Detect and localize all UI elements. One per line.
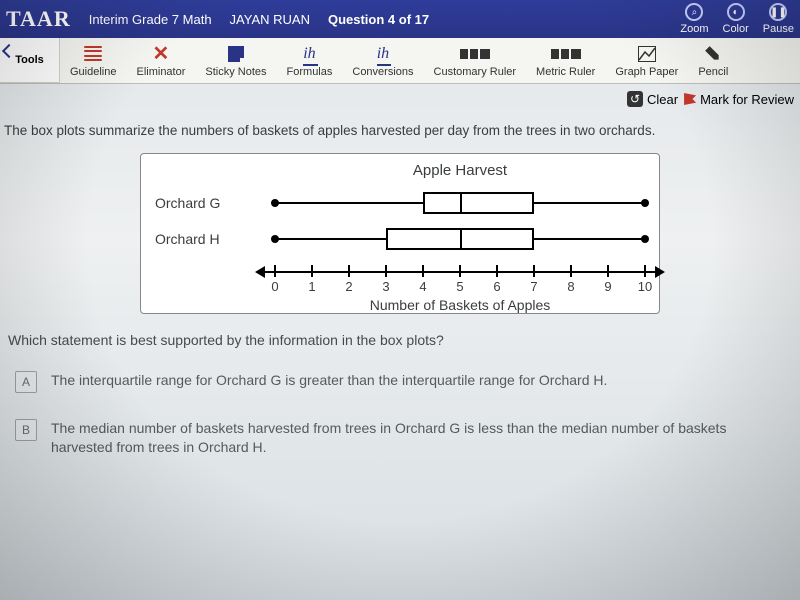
tool-pencil[interactable]: Pencil (688, 38, 738, 83)
undo-icon: ↺ (627, 91, 643, 107)
student-name: JAYAN RUAN (230, 12, 310, 27)
tool-guideline[interactable]: Guideline (60, 38, 126, 83)
tool-conversions[interactable]: ih Conversions (342, 38, 423, 83)
tick-label: 4 (419, 279, 426, 294)
mark-for-review-button[interactable]: Mark for Review (684, 92, 794, 107)
eliminator-icon: ✕ (153, 44, 170, 64)
sticky-notes-icon (228, 44, 244, 64)
tick-label: 8 (567, 279, 574, 294)
assessment-title: Interim Grade 7 Math (89, 12, 212, 27)
arrow-left-icon (255, 266, 265, 278)
tick-label: 2 (345, 279, 352, 294)
color-label: Color (723, 23, 749, 35)
clear-button[interactable]: ↺ Clear (627, 91, 678, 107)
tool-formulas[interactable]: ih Formulas (277, 38, 343, 83)
zoom-label: Zoom (680, 23, 708, 35)
answer-letter: B (15, 419, 37, 441)
graph-paper-icon (638, 44, 656, 64)
arrow-right-icon (655, 266, 665, 278)
tick-label: 7 (530, 279, 537, 294)
tool-metric-ruler[interactable]: Metric Ruler (526, 38, 605, 83)
box-plot-chart: Apple Harvest Orchard G Orchard H 0 1 2 3 4 5 6… (140, 153, 660, 314)
tool-graph-paper[interactable]: Graph Paper (605, 38, 688, 83)
answer-list: A The interquartile range for Orchard G i… (4, 366, 796, 463)
guideline-icon (84, 44, 102, 64)
chart-title: Apple Harvest (155, 162, 645, 179)
customary-ruler-icon (460, 44, 490, 64)
answer-choice[interactable]: B The median number of baskets harvested … (8, 414, 792, 463)
question-content: The box plots summarize the numbers of b… (0, 114, 800, 467)
x-axis: 012345678910 Number of Baskets of Apples (275, 257, 645, 307)
zoom-button[interactable]: ⌕ Zoom (680, 3, 708, 35)
tool-sticky-notes[interactable]: Sticky Notes (195, 38, 276, 83)
answer-text: The median number of baskets harvested f… (51, 419, 785, 458)
tools-label[interactable]: Tools (0, 38, 60, 83)
pencil-icon (705, 44, 721, 64)
pause-label: Pause (763, 23, 794, 35)
brand-logo: TAAR (6, 6, 71, 32)
box-plot-row: Orchard G (155, 185, 645, 221)
tick-label: 3 (382, 279, 389, 294)
tool-eliminator[interactable]: ✕ Eliminator (126, 38, 195, 83)
category-label: Orchard H (155, 231, 275, 247)
tick-label: 0 (271, 279, 278, 294)
answer-letter: A (15, 371, 37, 393)
zoom-icon: ⌕ (685, 3, 703, 21)
color-icon: ◐ (727, 3, 745, 21)
tick-label: 9 (604, 279, 611, 294)
answer-choice[interactable]: A The interquartile range for Orchard G i… (8, 366, 792, 398)
pause-icon: ❚❚ (769, 3, 787, 21)
question-prompt: Which statement is best supported by the… (8, 332, 792, 348)
clear-label: Clear (647, 92, 678, 107)
tick-label: 5 (456, 279, 463, 294)
app-header: TAAR Interim Grade 7 Math JAYAN RUAN Que… (0, 0, 800, 38)
box-plot-row: Orchard H (155, 221, 645, 257)
tick-label: 6 (493, 279, 500, 294)
metric-ruler-icon (551, 44, 581, 64)
tick-label: 1 (308, 279, 315, 294)
flag-icon (684, 93, 696, 105)
question-stem: The box plots summarize the numbers of b… (4, 122, 796, 141)
action-bar: ↺ Clear Mark for Review (0, 84, 800, 114)
x-axis-label: Number of Baskets of Apples (275, 297, 645, 313)
question-counter: Question 4 of 17 (328, 12, 429, 27)
formulas-icon: ih (303, 44, 315, 64)
tick-label: 10 (638, 279, 652, 294)
tool-customary-ruler[interactable]: Customary Ruler (424, 38, 527, 83)
mark-label: Mark for Review (700, 92, 794, 107)
toolbar: Tools Guideline ✕ Eliminator Sticky Note… (0, 38, 800, 84)
color-button[interactable]: ◐ Color (723, 3, 749, 35)
category-label: Orchard G (155, 195, 275, 211)
pause-button[interactable]: ❚❚ Pause (763, 3, 794, 35)
answer-text: The interquartile range for Orchard G is… (51, 371, 785, 391)
conversions-icon: ih (377, 44, 389, 64)
